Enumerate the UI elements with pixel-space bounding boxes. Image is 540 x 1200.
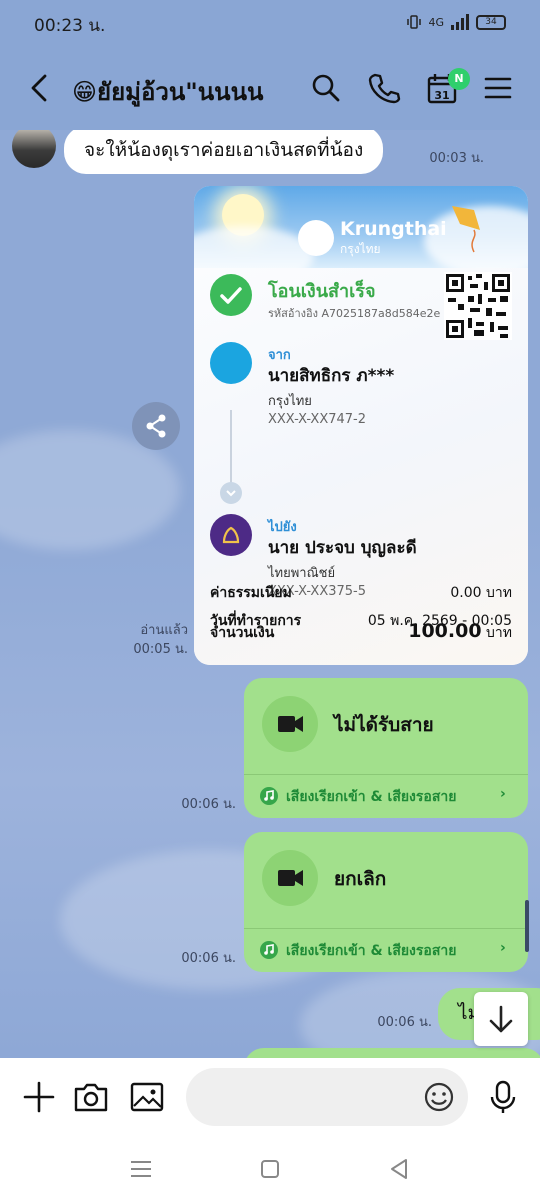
reference-label: รหัสอ้างอิง — [268, 307, 319, 320]
calendar-day: 31 — [434, 89, 449, 102]
emoji-icon[interactable] — [420, 1078, 458, 1116]
video-camera-icon — [262, 696, 318, 752]
sender-account: XXX-X-XX747-2 — [268, 412, 367, 427]
call-status-title: ไม่ได้รับสาย — [334, 714, 434, 736]
menu-icon[interactable] — [480, 70, 516, 106]
reference-line: รหัสอ้างอิง A7025187a8d584e2e — [268, 304, 440, 322]
music-note-icon — [260, 787, 278, 805]
slip-banner: Krungthai กรุงไทย — [194, 186, 528, 286]
system-nav-bar — [0, 1142, 540, 1200]
chevron-down-icon — [220, 482, 242, 504]
vibrate-icon — [407, 15, 422, 29]
divider — [244, 774, 528, 775]
date-label: วันที่ทำรายการ — [210, 613, 302, 629]
signal-icon — [451, 14, 469, 30]
message-input-bar — [0, 1058, 540, 1142]
status-time: 00:23 น. — [34, 16, 106, 36]
qr-code-icon — [444, 272, 512, 340]
call-card-cancelled[interactable]: ยกเลิก เสียงเรียกเข้า & เสียงรอสาย › — [244, 832, 528, 972]
incoming-message[interactable]: จะให้น้องดุเราค่อยเอาเงินสดที่น้อง — [64, 130, 384, 174]
fee-value: 0.00 บาท — [450, 585, 512, 601]
chevron-right-icon[interactable]: › — [500, 940, 506, 956]
sender-name: นายสิทธิกร ภ*** — [268, 366, 395, 386]
back-nav-icon[interactable] — [384, 1154, 414, 1184]
battery-icon: 34 — [476, 14, 506, 30]
receiver-name: นาย ประจบ บุญละดี — [268, 538, 417, 558]
status-bar: 00:23 น. 4G 34 — [0, 0, 540, 48]
slip-body: โอนเงินสำเร็จ รหัสอ้างอิง A7025187a8d584… — [194, 268, 528, 665]
sender-bank-logo — [210, 342, 252, 384]
success-check-icon — [210, 274, 252, 316]
arrow-down-icon — [489, 1005, 513, 1033]
receiver-bank: ไทยพาณิชย์ — [268, 566, 336, 581]
transfer-status: โอนเงินสำเร็จ — [268, 281, 376, 302]
back-icon[interactable] — [22, 70, 58, 106]
search-icon[interactable] — [308, 70, 344, 106]
status-icons: 4G 34 — [406, 14, 506, 30]
ringtone-link[interactable]: เสียงเรียกเข้า & เสียงรอสาย — [286, 940, 456, 962]
plus-icon[interactable] — [20, 1078, 58, 1116]
message-time: 00:06 น. — [377, 1015, 432, 1030]
avatar[interactable] — [12, 130, 56, 168]
call-status-title: ยกเลิก — [334, 868, 387, 890]
message-time: 00:03 น. — [429, 151, 484, 166]
outgoing-message[interactable] — [244, 1048, 540, 1058]
chevron-right-icon[interactable]: › — [500, 786, 506, 802]
chat-title[interactable]: 😁ยัยมู่อ้วน"นนนน — [72, 72, 287, 111]
share-button[interactable] — [132, 402, 180, 450]
video-camera-icon — [262, 850, 318, 906]
bank-brand: Krungthai — [340, 218, 447, 240]
camera-icon[interactable] — [72, 1078, 110, 1116]
recents-icon[interactable] — [126, 1154, 156, 1184]
chat-area[interactable]: จะให้น้องดุเราค่อยเอาเงินสดที่น้อง 00:03… — [0, 130, 540, 1058]
phone-icon[interactable] — [366, 70, 402, 106]
ringtone-link[interactable]: เสียงเรียกเข้า & เสียงรอสาย — [286, 786, 456, 808]
fee-row: ค่าธรรมเนียม 0.00 บาท — [210, 582, 512, 604]
bank-brand-thai: กรุงไทย — [340, 242, 381, 256]
divider — [244, 928, 528, 929]
chat-header: 😁ยัยมู่อ้วน"นนนน 31 N — [0, 48, 540, 130]
kite-icon — [452, 206, 480, 253]
network-label: 4G — [428, 15, 444, 29]
new-badge: N — [448, 68, 470, 90]
call-card-missed[interactable]: ไม่ได้รับสาย เสียงเรียกเข้า & เสียงรอสาย… — [244, 678, 528, 818]
receiver-bank-logo — [210, 514, 252, 556]
fee-label: ค่าธรรมเนียม — [210, 585, 292, 601]
call-time: 00:06 น. — [181, 951, 236, 966]
date-row: วันที่ทำรายการ 05 พ.ค. 2569 - 00:05 — [210, 610, 512, 632]
scrollbar[interactable] — [525, 900, 529, 952]
date-value: 05 พ.ค. 2569 - 00:05 — [367, 613, 512, 629]
image-icon[interactable] — [128, 1078, 166, 1116]
slip-read-status: อ่านแล้ว — [140, 623, 188, 638]
call-time: 00:06 น. — [181, 797, 236, 812]
microphone-icon[interactable] — [484, 1078, 522, 1116]
scroll-to-bottom-button[interactable] — [474, 992, 528, 1046]
share-icon — [146, 414, 166, 438]
music-note-icon — [260, 941, 278, 959]
home-icon[interactable] — [255, 1154, 285, 1184]
sender-bank: กรุงไทย — [268, 394, 312, 409]
slip-time: 00:05 น. — [133, 642, 188, 657]
reference-code: A7025187a8d584e2e — [321, 307, 441, 320]
krungthai-logo — [298, 220, 334, 256]
